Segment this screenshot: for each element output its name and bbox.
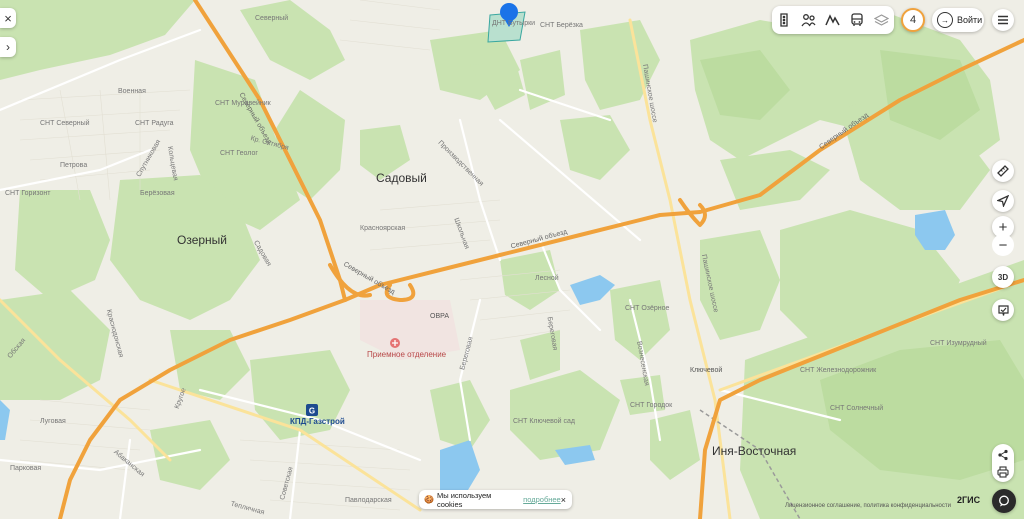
cookie-text: Мы используем cookies: [436, 490, 492, 509]
traffic-light-icon[interactable]: [774, 10, 794, 30]
chat-icon: [999, 495, 1009, 507]
locate-icon: [997, 195, 1009, 207]
area-label: СНТ Горизонт: [5, 190, 51, 197]
kpd-icon[interactable]: G: [306, 404, 318, 416]
area-label: СНТ Геолог: [220, 150, 258, 157]
road-label: Павлодарская: [345, 497, 392, 504]
road-label: Лесной: [535, 275, 559, 282]
poi-label-kpd[interactable]: КПД-Газстрой: [290, 417, 345, 426]
mountain-icon[interactable]: [823, 10, 843, 30]
legal-footer[interactable]: Лицензионное соглашение, политика конфид…: [785, 503, 951, 509]
login-icon: →: [937, 12, 953, 28]
pin-button[interactable]: [992, 299, 1014, 321]
poi-label-hospital[interactable]: Приемное отделение: [367, 350, 446, 359]
share-icon[interactable]: [997, 449, 1009, 461]
road-label: Парковая: [10, 465, 42, 472]
area-label: СНТ Городок: [630, 402, 673, 409]
cookie-banner: 🍪 Мы используем cookies подробнее ×: [419, 490, 572, 509]
area-label: СНТ Изумрудный: [930, 340, 987, 347]
print-icon[interactable]: [997, 465, 1009, 478]
place-label-klyuchevoy: Ключевой: [690, 367, 723, 374]
map-layers-toolbar: [772, 6, 894, 34]
area-label: СНТ Берёзка: [540, 22, 583, 29]
pin-icon: [997, 304, 1009, 316]
road-label: Петрова: [60, 162, 88, 169]
place-label-inya-vostochnaya: Иня-Восточная: [712, 444, 797, 458]
area-label: СНТ Солнечный: [830, 405, 884, 412]
area-label: СНТ Северный: [40, 120, 90, 127]
road-label: Луговая: [40, 418, 66, 425]
cookie-icon: 🍪: [424, 495, 434, 504]
road-label: Военная: [118, 88, 146, 95]
area-label: СНТ Железнодорожник: [800, 367, 877, 374]
road-label: Берёзовая: [140, 190, 175, 197]
cookie-more-link[interactable]: подробнее: [523, 495, 561, 504]
bus-icon[interactable]: [847, 10, 867, 30]
place-label-sadovy: Садовый: [376, 171, 427, 185]
area-label: ДНТ Бутырки: [492, 20, 536, 27]
svg-text:G: G: [309, 407, 315, 416]
login-label: Войти: [957, 15, 983, 25]
map-canvas[interactable]: G: [0, 0, 1024, 519]
place-label-ovra: ОВРА: [430, 313, 449, 320]
menu-button[interactable]: [992, 9, 1014, 31]
brand-logo: 2ГИС: [957, 495, 981, 505]
menu-icon: [998, 15, 1008, 25]
road-label: Красноярская: [360, 225, 406, 232]
expand-panel-button[interactable]: ›: [0, 37, 16, 57]
cookie-close-button[interactable]: ×: [561, 495, 566, 505]
area-label: СНТ Озёрное: [625, 305, 670, 312]
share-print-group: [992, 444, 1014, 482]
zoom-out-button[interactable]: −: [992, 234, 1014, 256]
notifications-badge[interactable]: 4: [901, 8, 925, 32]
3d-mode-button[interactable]: 3D: [992, 266, 1014, 288]
ruler-button[interactable]: [992, 160, 1014, 182]
login-button[interactable]: → Войти: [932, 8, 984, 32]
chat-button[interactable]: [992, 489, 1016, 513]
hospital-icon[interactable]: [390, 338, 400, 348]
area-label: СНТ Муравейник: [215, 100, 271, 107]
close-button[interactable]: ×: [0, 8, 16, 28]
friends-icon[interactable]: [799, 10, 819, 30]
ruler-icon: [997, 165, 1009, 177]
place-label-ozerny: Озерный: [177, 233, 228, 247]
locate-button[interactable]: [992, 190, 1014, 212]
area-label: СНТ Радуга: [135, 120, 174, 127]
road-label: Северный: [255, 15, 289, 22]
area-label: СНТ Ключевой сад: [513, 418, 575, 425]
layers-icon[interactable]: [872, 10, 892, 30]
